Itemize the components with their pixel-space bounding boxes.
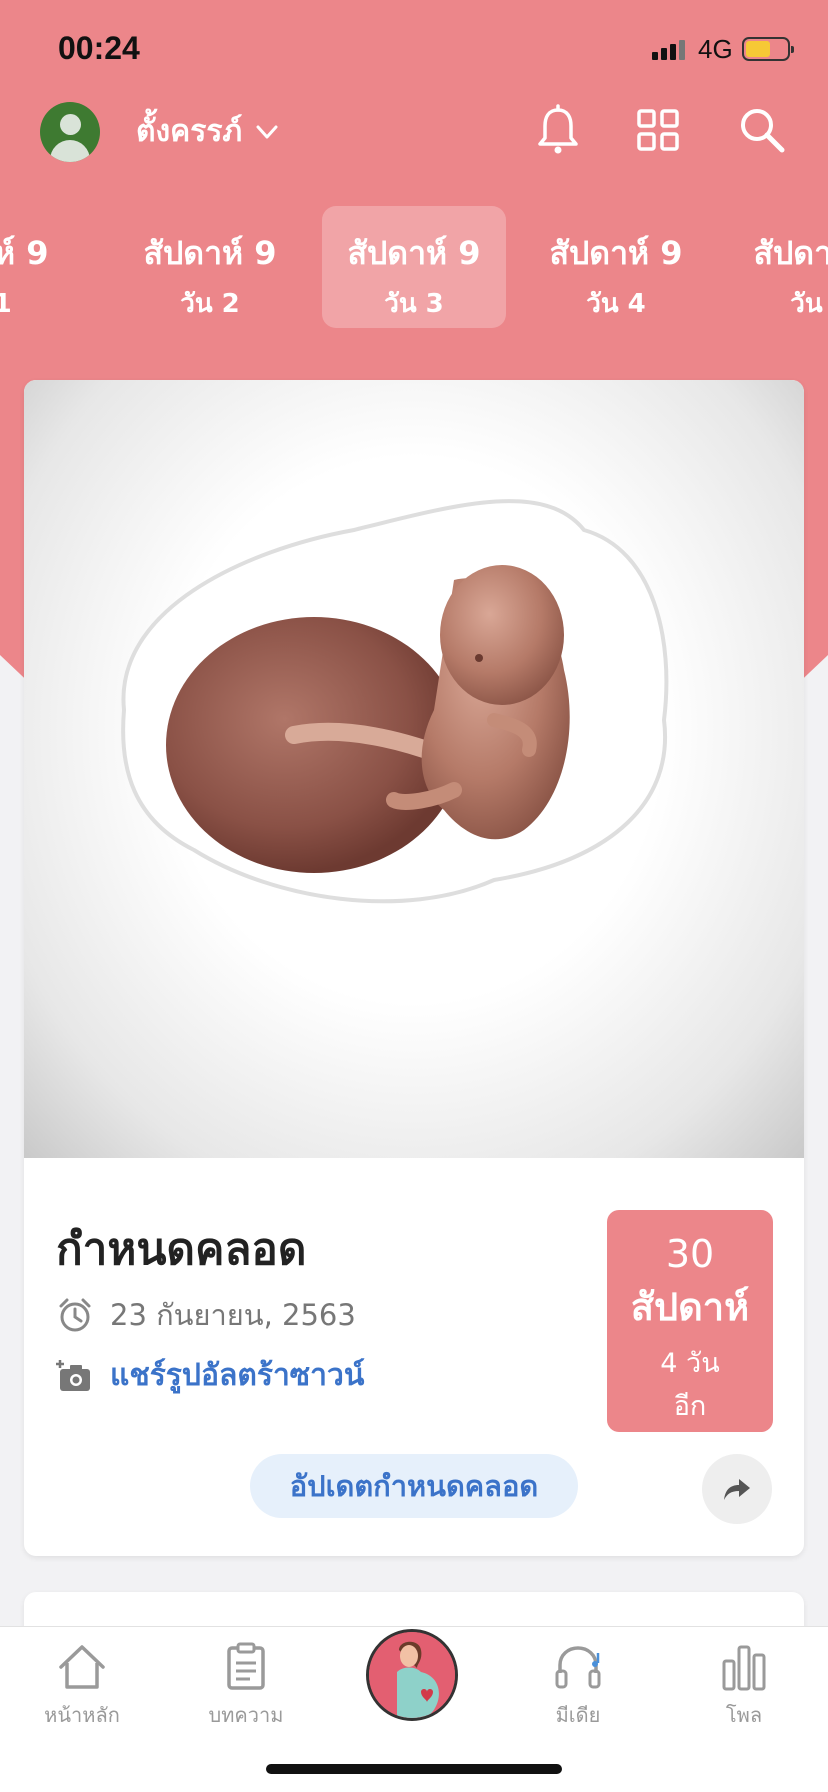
day-tab-week: สัปดาห์ 9 (549, 234, 683, 272)
day-tab-day: วัน 1 (0, 289, 12, 319)
status-bar: 00:24 4G (0, 0, 828, 100)
countdown-number: 30 (665, 1232, 715, 1276)
share-ultrasound-label: แชร์รูปอัลตร้าซาวน์ (110, 1358, 365, 1393)
fetus-illustration (24, 380, 804, 1158)
countdown-badge: 30 สัปดาห์ 4 วัน อีก (607, 1210, 773, 1432)
search-icon[interactable] (734, 102, 790, 158)
grid-icon[interactable] (630, 102, 686, 158)
tab-home[interactable]: หน้าหลัก (22, 1641, 142, 1731)
day-tab[interactable]: สัปดาห์ 9 วัน 2 (118, 206, 302, 328)
share-arrow-icon (724, 1479, 750, 1500)
day-tab-active[interactable]: สัปดาห์ 9 วัน 3 (322, 206, 506, 328)
tab-media[interactable]: มีเดีย (518, 1641, 638, 1731)
day-tab-day: วัน 2 (180, 289, 240, 319)
bell-icon[interactable] (530, 102, 586, 158)
tab-articles-label: บทความ (208, 1703, 284, 1727)
battery-icon (742, 37, 794, 61)
clipboard-icon (227, 1642, 265, 1690)
chevron-down-icon (256, 125, 278, 138)
signal-icon (652, 38, 685, 60)
day-tab-week: สัปดาห์ 9 (143, 234, 277, 272)
profile-name: ตั้งครรภ์ (136, 114, 243, 149)
tab-polls[interactable]: โพล (684, 1641, 804, 1731)
alarm-clock-icon (59, 1298, 91, 1332)
day-tab[interactable]: สัปดาห์ 9 วัน 1 (0, 206, 74, 328)
due-date-value: 23 กันยายน, 2563 (110, 1298, 356, 1332)
status-time: 00:24 (58, 30, 140, 66)
tab-media-label: มีเดีย (555, 1703, 601, 1727)
due-info: กำหนดคลอด 23 กันยายน, 2563 แชร์รูปอัลตร้… (24, 1158, 804, 1556)
tab-home-label: หน้าหลัก (44, 1703, 120, 1727)
pregnant-woman-icon (369, 1632, 455, 1718)
day-tab-day: วัน 4 (586, 289, 646, 319)
avatar[interactable] (40, 102, 100, 162)
tab-polls-label: โพล (725, 1703, 763, 1727)
add-photo-icon (56, 1359, 90, 1391)
day-tab-week: สัปดาห์ 9 (0, 234, 49, 272)
bar-chart-icon (722, 1645, 766, 1691)
network-label: 4G (698, 34, 733, 64)
day-tab-week: สัปดาห์ 9 (347, 234, 481, 272)
day-tab-week: สัปดาห์ 9 (753, 234, 828, 272)
tab-articles[interactable]: บทความ (186, 1641, 306, 1731)
day-tab-day: วัน 3 (384, 289, 444, 319)
top-nav: ตั้งครรภ์ (0, 96, 828, 172)
day-tabs: สัปดาห์ 9 วัน 1 สัปดาห์ 9 วัน 2 สัปดาห์ … (0, 206, 828, 330)
share-ultrasound-link[interactable]: แชร์รูปอัลตร้าซาวน์ (56, 1352, 364, 1399)
day-tab-day: วัน 5 (790, 289, 828, 319)
countdown-days: 4 วัน (660, 1348, 720, 1379)
countdown-unit: สัปดาห์ (630, 1285, 750, 1329)
tab-pregnancy[interactable] (366, 1629, 458, 1721)
home-icon (59, 1645, 105, 1689)
day-tab[interactable]: สัปดาห์ 9 วัน 4 (524, 206, 708, 328)
due-date-card: กำหนดคลอด 23 กันยายน, 2563 แชร์รูปอัลตร้… (24, 380, 804, 1556)
share-button[interactable] (702, 1454, 772, 1524)
home-indicator[interactable] (266, 1764, 562, 1774)
update-due-date-button[interactable]: อัปเดตกำหนดคลอด (250, 1454, 578, 1518)
due-date-row: 23 กันยายน, 2563 (56, 1292, 356, 1338)
profile-switcher[interactable]: ตั้งครรภ์ (136, 108, 282, 155)
day-tab[interactable]: สัปดาห์ 9 วัน 5 (728, 206, 828, 328)
countdown-suffix: อีก (673, 1391, 707, 1422)
due-date-title: กำหนดคลอด (56, 1224, 307, 1275)
headphones-icon (555, 1646, 601, 1689)
